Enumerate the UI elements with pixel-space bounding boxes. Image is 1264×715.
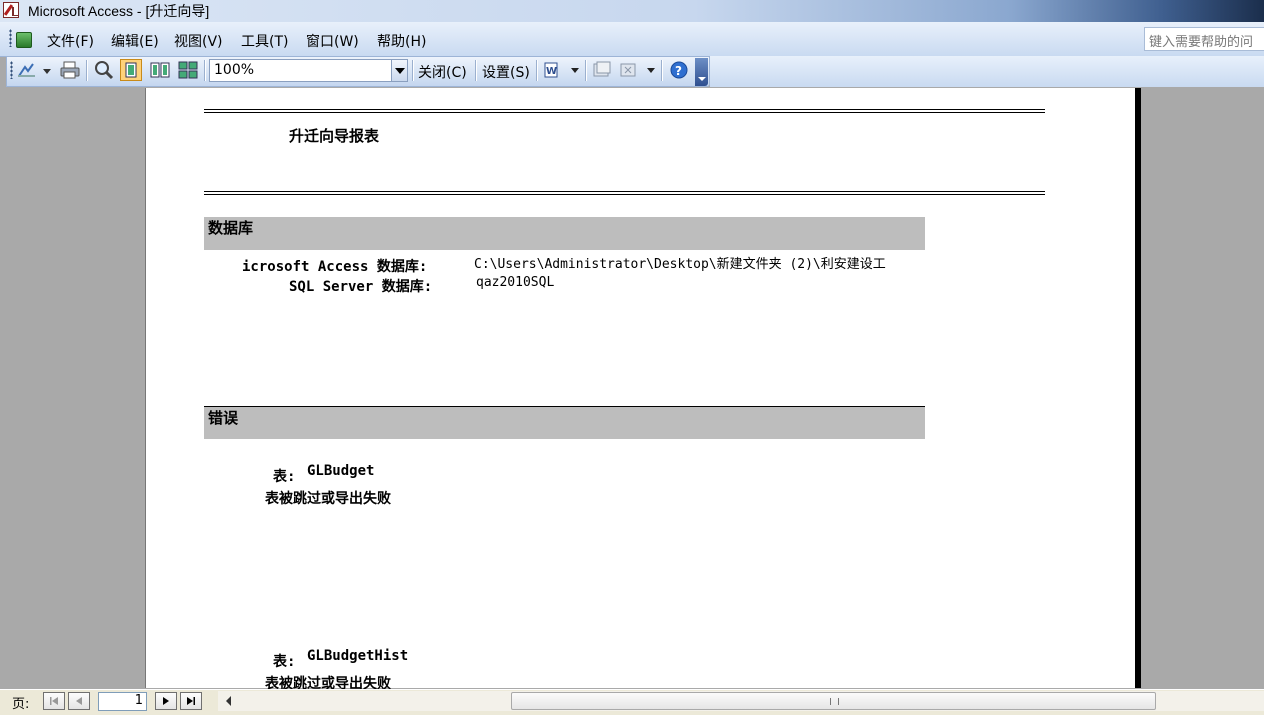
toolbar-separator	[204, 60, 206, 81]
scroll-left-arrow-icon[interactable]	[226, 696, 231, 706]
zoom-magnifier-icon[interactable]	[93, 59, 115, 81]
page-number-input[interactable]: 1	[98, 692, 147, 711]
database-section-heading: 数据库	[208, 219, 254, 237]
access-database-path: C:\Users\Administrator\Desktop\新建文件夹 (2)…	[474, 257, 886, 272]
view-icon[interactable]	[16, 59, 38, 81]
next-page-button[interactable]	[155, 692, 177, 710]
toolbar-options-arrow-icon	[698, 77, 706, 81]
database-section-band: 数据库	[204, 217, 925, 250]
menu-view[interactable]: 视图(V)	[174, 31, 223, 51]
print-icon[interactable]	[59, 59, 81, 81]
toolbar-separator	[585, 60, 587, 81]
horizontal-scrollbar[interactable]	[218, 691, 1264, 711]
error-1-table-name: GLBudget	[307, 463, 375, 479]
setup-button[interactable]: 设置(S)	[482, 62, 530, 82]
close-button[interactable]: 关闭(C)	[418, 62, 467, 82]
new-object-dropdown-icon[interactable]	[647, 68, 655, 73]
database-window-icon[interactable]	[591, 59, 613, 81]
error-1-message: 表被跳过或导出失败	[265, 491, 391, 507]
zoom-value: 100%	[214, 62, 255, 78]
last-page-button[interactable]	[180, 692, 202, 710]
menu-document-icon[interactable]	[16, 32, 32, 48]
menu-window[interactable]: 窗口(W)	[306, 31, 359, 51]
first-page-button[interactable]	[43, 692, 65, 710]
new-object-icon[interactable]	[618, 59, 640, 81]
menu-file[interactable]: 文件(F)	[47, 31, 94, 51]
sql-server-database-label: SQL Server 数据库:	[289, 279, 433, 295]
menubar-grip-icon[interactable]	[9, 29, 12, 47]
sql-server-database-name: qaz2010SQL	[476, 275, 555, 290]
page-label: 页:	[12, 697, 30, 712]
two-pages-icon[interactable]	[149, 59, 171, 81]
access-database-label: icrosoft Access 数据库:	[242, 259, 428, 275]
toolbar-grip-icon[interactable]	[10, 61, 13, 79]
help-search-input[interactable]: 键入需要帮助的问	[1144, 27, 1264, 51]
previous-page-button[interactable]	[68, 692, 90, 710]
view-dropdown-icon[interactable]	[43, 69, 51, 74]
scrollbar-thumb[interactable]	[511, 692, 1156, 710]
export-dropdown-icon[interactable]	[571, 68, 579, 73]
toolbar-separator	[412, 60, 414, 81]
menu-edit[interactable]: 编辑(E)	[111, 31, 159, 51]
toolbar-separator	[86, 60, 88, 81]
menu-bar: 文件(F) 编辑(E) 视图(V) 工具(T) 窗口(W) 帮助(H)	[0, 22, 1264, 57]
title-bar: Microsoft Access - [升迁向导]	[0, 0, 1264, 22]
svg-text:?: ?	[675, 64, 682, 78]
help-icon[interactable]: ?	[668, 59, 690, 81]
menu-help[interactable]: 帮助(H)	[377, 31, 426, 51]
multiple-pages-icon[interactable]	[177, 59, 199, 81]
zoom-select[interactable]: 100%	[209, 59, 408, 82]
toolbar-separator	[536, 60, 538, 81]
export-word-icon[interactable]: W	[541, 59, 563, 81]
toolbar-separator	[475, 60, 477, 81]
window-title: Microsoft Access - [升迁向导]	[28, 3, 210, 19]
zoom-dropdown-arrow-icon[interactable]	[391, 60, 407, 81]
page-shadow	[1135, 88, 1141, 688]
header-rule-top	[204, 109, 1045, 113]
error-section-band: 错误	[204, 407, 925, 439]
error-2-table-name: GLBudgetHist	[307, 648, 409, 664]
svg-text:W: W	[546, 66, 557, 77]
access-report-icon	[3, 2, 19, 18]
one-page-icon[interactable]	[120, 59, 142, 81]
report-title: 升迁向导报表	[289, 127, 380, 145]
toolbar-separator	[661, 60, 663, 81]
toolbar-background	[710, 56, 1264, 87]
error-section-heading: 错误	[208, 409, 239, 427]
scrollbar-grip-icon	[830, 698, 839, 705]
report-page: 升迁向导报表 数据库 icrosoft Access 数据库: C:\Users…	[145, 88, 1136, 692]
toolbar-options-button[interactable]	[695, 58, 708, 86]
header-rule-bottom	[204, 191, 1045, 195]
error-1-table-label: 表:	[273, 469, 296, 485]
menu-tools[interactable]: 工具(T)	[241, 31, 288, 51]
error-2-table-label: 表:	[273, 654, 296, 670]
